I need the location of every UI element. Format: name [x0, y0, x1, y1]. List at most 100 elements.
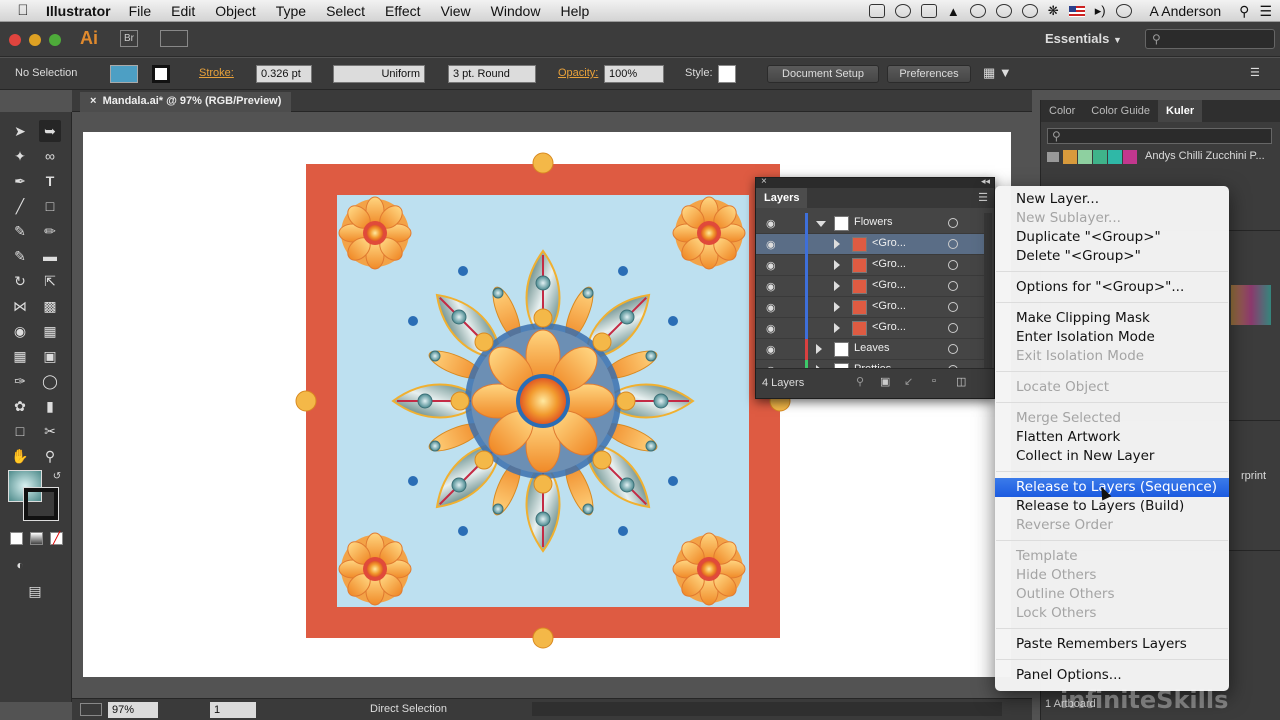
free-transform-tool-icon[interactable]: ▩ — [39, 295, 61, 317]
layer-row[interactable]: ◉ <Gro... — [756, 318, 984, 339]
menu-item-options-for-group[interactable]: Options for "<Group>"... — [995, 278, 1229, 297]
artboard-number-field[interactable]: 1 — [210, 702, 256, 718]
tab-kuler[interactable]: Kuler — [1158, 100, 1203, 122]
menu-edit[interactable]: Edit — [171, 3, 195, 19]
gradient-tool-icon[interactable]: ▣ — [39, 345, 61, 367]
symbol-sprayer-tool-icon[interactable]: ✿ — [9, 395, 31, 417]
menu-item-duplicate-group[interactable]: Duplicate "<Group>" — [995, 228, 1229, 247]
menu-item-release-to-layers-sequence[interactable]: Release to Layers (Sequence) — [995, 478, 1229, 497]
kuler-search-input[interactable]: ⚲ — [1047, 128, 1272, 144]
blob-brush-tool-icon[interactable]: ✎ — [9, 245, 31, 267]
target-icon[interactable] — [948, 323, 958, 333]
current-tool-status[interactable]: Direct Selection — [370, 703, 447, 715]
bridge-button[interactable]: Br — [120, 30, 138, 47]
zoom-field[interactable]: 97% — [108, 702, 158, 718]
menu-item-collect-in-new-layer[interactable]: Collect in New Layer — [995, 447, 1229, 466]
menu-item-release-to-layers-build[interactable]: Release to Layers (Build) — [995, 497, 1229, 516]
swap-fill-stroke-icon[interactable]: ↺ — [46, 466, 68, 488]
panel-title-bar[interactable]: × ◂◂ — [756, 176, 994, 188]
dropbox-icon[interactable] — [920, 4, 937, 18]
gradient-mode-icon[interactable] — [30, 532, 43, 545]
clock-icon[interactable] — [1115, 4, 1132, 18]
pen-tool-icon[interactable]: ✒ — [9, 170, 31, 192]
menu-view[interactable]: View — [441, 3, 471, 19]
fill-swatch[interactable] — [110, 65, 138, 83]
close-window-button[interactable] — [9, 34, 21, 46]
chevron-right-icon[interactable] — [834, 302, 840, 312]
brush-definition[interactable]: 3 pt. Round — [448, 65, 536, 83]
blend-tool-icon[interactable]: ◯ — [39, 370, 61, 392]
menu-object[interactable]: Object — [215, 3, 255, 19]
stroke-color-box[interactable] — [23, 487, 59, 521]
menu-item-new-layer[interactable]: New Layer... — [995, 190, 1229, 209]
new-layer-icon[interactable]: ▫ — [932, 375, 936, 387]
preferences-button[interactable]: Preferences — [887, 65, 971, 83]
chat-icon[interactable] — [969, 4, 986, 18]
visibility-eye-icon[interactable]: ◉ — [766, 280, 776, 293]
visibility-eye-icon[interactable]: ◉ — [766, 259, 776, 272]
perspective-grid-tool-icon[interactable]: ▦ — [39, 320, 61, 342]
eyedropper-tool-icon[interactable]: ✑ — [9, 370, 31, 392]
draw-normal-icon[interactable]: ◐ — [9, 554, 31, 576]
trash-icon[interactable]: ◫ — [956, 375, 966, 388]
chevron-right-icon[interactable] — [834, 260, 840, 270]
menu-item-delete-group[interactable]: Delete "<Group>" — [995, 247, 1229, 266]
menu-item-make-clipping-mask[interactable]: Make Clipping Mask — [995, 309, 1229, 328]
opacity-field[interactable]: 100% — [604, 65, 664, 83]
help-search-input[interactable]: ⚲ — [1145, 29, 1275, 49]
make-clipping-mask-icon[interactable]: ▣ — [880, 375, 890, 388]
stroke-weight-field[interactable]: 0.326 pt — [256, 65, 312, 83]
arrange-icon[interactable]: ▦ ▼ — [983, 65, 1012, 83]
swatches-partial[interactable] — [1231, 285, 1271, 325]
chevron-down-icon[interactable] — [816, 221, 826, 227]
chevron-right-icon[interactable] — [834, 239, 840, 249]
graphic-style-swatch[interactable] — [718, 65, 736, 83]
menu-item-paste-remembers-layers[interactable]: Paste Remembers Layers — [995, 635, 1229, 654]
rotate-tool-icon[interactable]: ↻ — [9, 270, 31, 292]
target-icon[interactable] — [948, 260, 958, 270]
artboard-tool-icon[interactable]: □ — [9, 420, 31, 442]
app-menu[interactable]: Illustrator — [46, 3, 111, 19]
layers-scrollbar[interactable] — [984, 213, 992, 371]
target-icon[interactable] — [948, 302, 958, 312]
tab-color-guide[interactable]: Color Guide — [1083, 100, 1158, 122]
notification-icon[interactable]: ▲ — [947, 4, 960, 19]
line-tool-icon[interactable]: ╱ — [9, 195, 31, 217]
layer-row[interactable]: ◉ <Gro... — [756, 297, 984, 318]
sync-icon[interactable] — [894, 4, 911, 18]
film-strip-icon[interactable] — [868, 4, 885, 18]
list-icon[interactable]: ☰ — [1259, 3, 1272, 20]
gpu-icon[interactable] — [80, 703, 102, 716]
rectangle-tool-icon[interactable]: □ — [39, 195, 61, 217]
target-icon[interactable] — [948, 281, 958, 291]
magic-wand-tool-icon[interactable]: ✦ — [9, 145, 31, 167]
selection-tool-icon[interactable]: ➤ — [9, 120, 31, 142]
stroke-swatch[interactable] — [152, 65, 170, 83]
layer-row[interactable]: ◉ <Gro... — [756, 255, 984, 276]
layer-row[interactable]: ◉ <Gro... — [756, 234, 984, 255]
direct-selection-tool-icon[interactable]: ➥ — [39, 120, 61, 142]
slice-tool-icon[interactable]: ✂ — [39, 420, 61, 442]
zoom-tool-icon[interactable]: ⚲ — [39, 445, 61, 467]
panel-menu-icon[interactable]: ☰ — [1250, 65, 1260, 83]
eraser-tool-icon[interactable]: ▬ — [39, 245, 61, 267]
layer-row[interactable]: ◉ Flowers — [756, 213, 984, 234]
scale-tool-icon[interactable]: ⇱ — [39, 270, 61, 292]
workspace-switcher[interactable]: Essentials ▼ — [1045, 31, 1122, 46]
target-icon[interactable] — [948, 239, 958, 249]
arrange-documents-button[interactable] — [160, 30, 188, 47]
none-mode-icon[interactable]: ╱ — [50, 532, 63, 545]
variable-width-profile[interactable]: Uniform — [333, 65, 425, 83]
column-graph-tool-icon[interactable]: ▮ — [39, 395, 61, 417]
zoom-window-button[interactable] — [49, 34, 61, 46]
menu-effect[interactable]: Effect — [385, 3, 421, 19]
mesh-tool-icon[interactable]: ▦ — [9, 345, 31, 367]
chevron-right-icon[interactable] — [834, 281, 840, 291]
visibility-eye-icon[interactable]: ◉ — [766, 322, 776, 335]
layer-row[interactable]: ◉ <Gro... — [756, 276, 984, 297]
menu-item-panel-options[interactable]: Panel Options... — [995, 666, 1229, 685]
stroke-label[interactable]: Stroke: — [199, 65, 234, 83]
tab-color[interactable]: Color — [1041, 100, 1083, 122]
close-icon[interactable]: × — [761, 176, 767, 187]
menu-window[interactable]: Window — [491, 3, 541, 19]
